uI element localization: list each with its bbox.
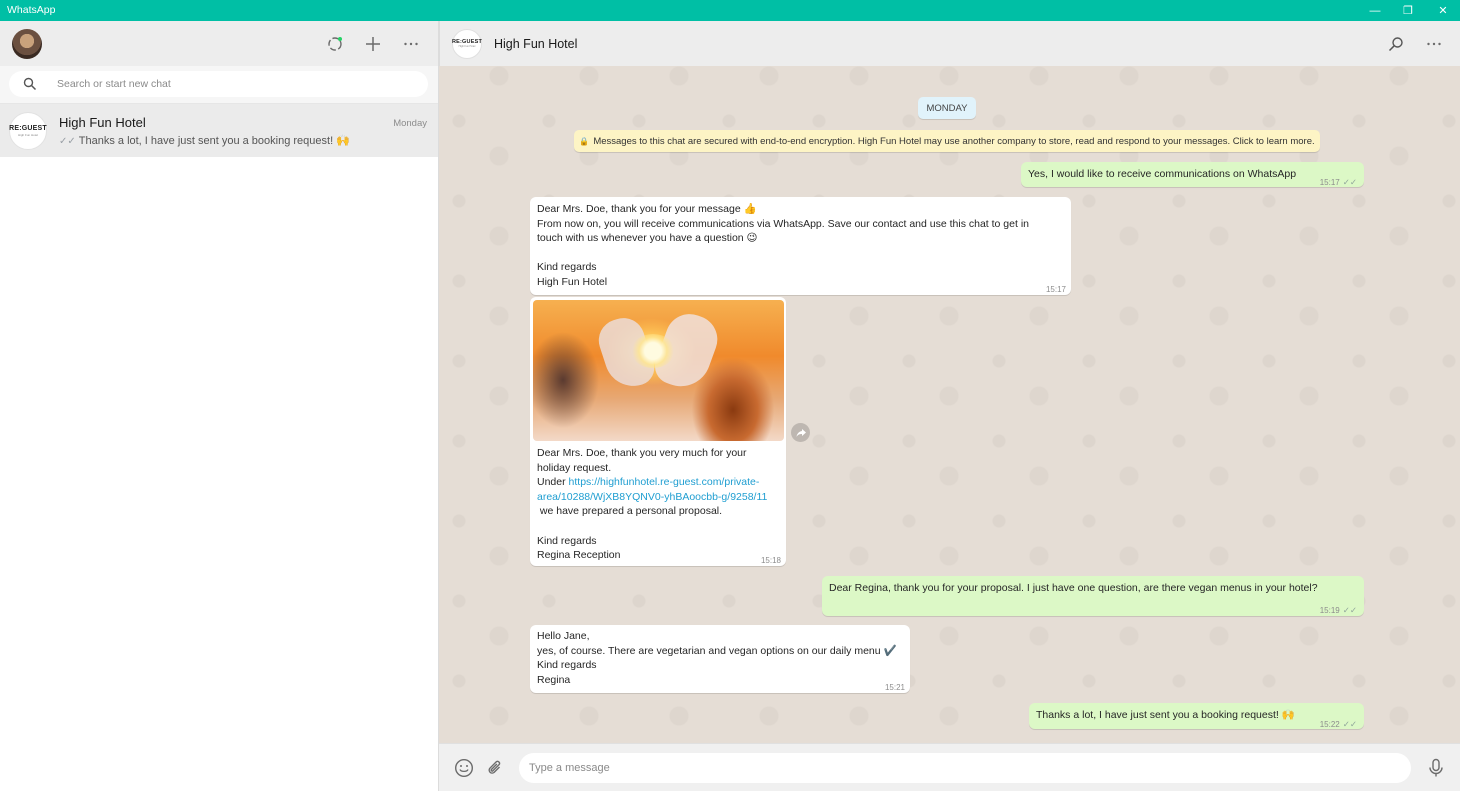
sidebar-header	[0, 21, 438, 66]
message-time-text: 15:22	[1319, 720, 1340, 729]
new-chat-button[interactable]	[362, 33, 384, 55]
minimize-button[interactable]: —	[1358, 0, 1392, 21]
search-bar	[0, 66, 438, 104]
proposal-link[interactable]: https://highfunhotel.re-guest.com/privat…	[537, 476, 767, 503]
message-incoming[interactable]: Hello Jane, yes, of course. There are ve…	[530, 625, 910, 693]
menu-button[interactable]	[400, 33, 422, 55]
conversation-header: RE:GUEST High Fun Hotel High Fun Hotel	[439, 21, 1460, 66]
message-caption: Dear Mrs. Doe, thank you very much for y…	[537, 446, 767, 563]
more-icon	[404, 42, 418, 46]
search-icon	[23, 77, 37, 91]
message-text: Hello Jane, yes, of course. There are ve…	[537, 630, 897, 686]
message-incoming[interactable]: Dear Mrs. Doe, thank you for your messag…	[530, 197, 1071, 295]
avatar-logo-subtext: High Fun Hotel	[17, 133, 38, 137]
attach-icon	[488, 760, 501, 774]
search-messages-button[interactable]	[1385, 33, 1407, 55]
message-time: 15:19 ✓✓	[1320, 603, 1357, 619]
contact-avatar[interactable]: RE:GUEST High Fun Hotel	[452, 29, 482, 59]
status-icon[interactable]	[324, 33, 346, 55]
message-incoming-image[interactable]: Dear Mrs. Doe, thank you very much for y…	[530, 297, 786, 566]
contact-name[interactable]: High Fun Hotel	[494, 37, 577, 51]
message-outgoing[interactable]: Thanks a lot, I have just sent you a boo…	[1029, 703, 1364, 729]
date-divider: MONDAY	[918, 97, 976, 119]
message-time: 15:17 ✓✓	[1320, 175, 1357, 191]
message-text: Yes, I would like to receive communicati…	[1028, 168, 1297, 180]
voice-message-button[interactable]	[1424, 756, 1448, 780]
encryption-notice[interactable]: 🔒 Messages to this chat are secured with…	[574, 130, 1320, 152]
read-receipt-icon: ✓✓	[1342, 177, 1357, 187]
emoji-icon	[454, 758, 474, 778]
conversation-panel: RE:GUEST High Fun Hotel High Fun Hotel M…	[439, 21, 1460, 791]
message-outgoing[interactable]: Yes, I would like to receive communicati…	[1021, 162, 1364, 187]
attach-button[interactable]	[483, 756, 507, 780]
message-input[interactable]	[519, 753, 1411, 783]
message-photo[interactable]	[533, 300, 784, 441]
lock-icon: 🔒	[579, 136, 590, 146]
chat-time: Monday	[393, 118, 427, 129]
photo-sun	[631, 334, 675, 368]
window-title: WhatsApp	[7, 4, 56, 16]
message-outgoing[interactable]: Dear Regina, thank you for your proposal…	[822, 576, 1364, 616]
chat-preview-text: Thanks a lot, I have just sent you a boo…	[78, 135, 350, 147]
contact-logo-subtext: High Fun Hotel	[458, 45, 476, 48]
message-time-text: 15:17	[1319, 178, 1340, 187]
double-check-icon: ✓✓	[59, 136, 76, 147]
search-input[interactable]	[57, 75, 417, 93]
message-text: Dear Regina, thank you for your proposal…	[829, 582, 1318, 594]
forward-button[interactable]	[791, 423, 810, 442]
emoji-button[interactable]	[452, 756, 476, 780]
sidebar: RE:GUEST High Fun Hotel High Fun Hotel M…	[0, 21, 439, 791]
message-time: 15:22 ✓✓	[1320, 717, 1357, 733]
forward-icon	[796, 428, 806, 437]
message-text: Dear Mrs. Doe, thank you for your messag…	[537, 203, 1029, 288]
search-box[interactable]	[9, 71, 428, 97]
close-button[interactable]: ✕	[1426, 0, 1460, 21]
read-receipt-icon: ✓✓	[1342, 605, 1357, 615]
user-avatar[interactable]	[12, 29, 42, 59]
message-time-text: 15:19	[1319, 606, 1340, 615]
caption-part-2: we have prepared a personal proposal. Ki…	[537, 505, 723, 562]
plus-icon	[366, 37, 380, 51]
restore-button[interactable]: ❐	[1391, 0, 1425, 21]
message-time: 15:18	[760, 556, 781, 565]
mic-icon	[1429, 758, 1443, 777]
avatar-logo-text: RE:GUEST	[9, 125, 47, 132]
more-icon	[1427, 42, 1441, 46]
chat-avatar: RE:GUEST High Fun Hotel	[9, 112, 47, 150]
chat-name: High Fun Hotel	[59, 115, 146, 130]
chat-list-item[interactable]: RE:GUEST High Fun Hotel High Fun Hotel M…	[0, 104, 438, 157]
message-composer	[439, 743, 1460, 791]
message-text: Thanks a lot, I have just sent you a boo…	[1036, 709, 1295, 721]
message-time: 15:21	[884, 683, 905, 692]
message-time: 15:17	[1045, 285, 1066, 294]
chat-preview: ✓✓ Thanks a lot, I have just sent you a b…	[59, 134, 350, 147]
read-receipt-icon: ✓✓	[1342, 719, 1357, 729]
title-bar: WhatsApp — ❐ ✕	[0, 0, 1460, 21]
encryption-notice-text: Messages to this chat are secured with e…	[593, 135, 1315, 147]
chat-menu-button[interactable]	[1423, 33, 1445, 55]
search-icon	[1388, 37, 1403, 52]
